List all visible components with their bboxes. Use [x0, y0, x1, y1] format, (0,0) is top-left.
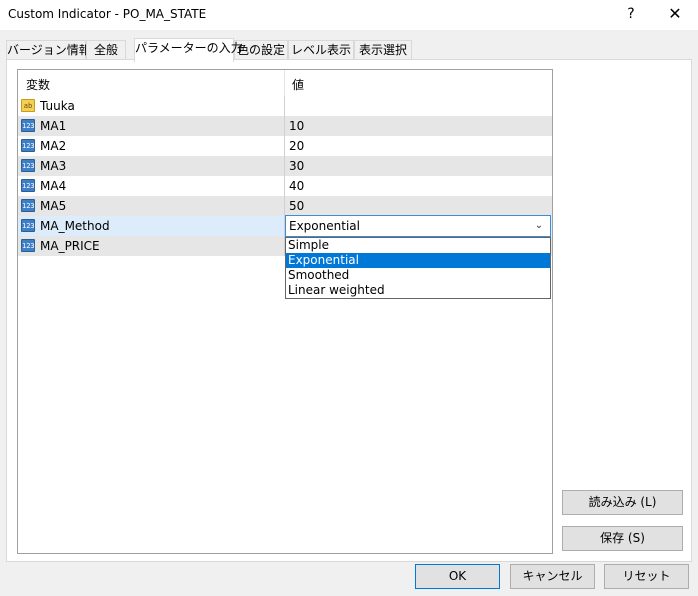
param-value[interactable]: 10 [289, 119, 304, 133]
param-value[interactable]: 20 [289, 139, 304, 153]
reset-button[interactable]: リセット [604, 564, 689, 589]
param-name: Tuuka [40, 99, 75, 113]
param-name: MA2 [40, 139, 67, 153]
column-header-value[interactable]: 値 [292, 76, 304, 93]
row-divider [284, 156, 285, 176]
title-bar: Custom Indicator - PO_MA_STATE ? ✕ [0, 0, 698, 30]
option-smoothed[interactable]: Smoothed [286, 268, 550, 283]
option-linear-weighted[interactable]: Linear weighted [286, 283, 550, 298]
row-divider [284, 196, 285, 216]
help-button[interactable]: ? [616, 3, 646, 25]
integer-type-icon: 123 [21, 219, 35, 232]
column-divider[interactable] [284, 70, 285, 96]
param-row-ma5[interactable]: 123 MA5 50 [18, 196, 552, 216]
param-row-ma4[interactable]: 123 MA4 40 [18, 176, 552, 196]
window-title: Custom Indicator - PO_MA_STATE [8, 7, 207, 21]
tab-version-info[interactable]: バージョン情報 [6, 40, 91, 60]
close-button[interactable]: ✕ [660, 3, 690, 25]
tab-input-parameters[interactable]: パラメーターの入力 [134, 38, 243, 62]
integer-type-icon: 123 [21, 159, 35, 172]
param-name: MA_Method [40, 219, 110, 233]
grid-header: 変数 値 [18, 70, 552, 96]
param-name: MA3 [40, 159, 67, 173]
param-value[interactable]: 40 [289, 179, 304, 193]
load-button[interactable]: 読み込み (L) [562, 490, 683, 515]
integer-type-icon: 123 [21, 199, 35, 212]
param-name: MA1 [40, 119, 67, 133]
param-row-ma3[interactable]: 123 MA3 30 [18, 156, 552, 176]
param-name: MA_PRICE [40, 239, 100, 253]
param-row-ma1[interactable]: 123 MA1 10 [18, 116, 552, 136]
param-value[interactable]: 30 [289, 159, 304, 173]
integer-type-icon: 123 [21, 179, 35, 192]
row-divider [284, 96, 285, 116]
integer-type-icon: 123 [21, 139, 35, 152]
tab-levels[interactable]: レベル表示 [288, 40, 354, 60]
ok-button[interactable]: OK [415, 564, 500, 589]
param-name: MA4 [40, 179, 67, 193]
param-row-tuuka[interactable]: ab Tuuka [18, 96, 552, 116]
param-row-ma2[interactable]: 123 MA2 20 [18, 136, 552, 156]
option-simple[interactable]: Simple [286, 238, 550, 253]
row-divider [284, 136, 285, 156]
parameters-grid[interactable]: 変数 値 ab Tuuka 123 MA1 10 123 MA2 20 123 … [17, 69, 553, 554]
option-exponential[interactable]: Exponential [286, 253, 550, 268]
tab-visualization[interactable]: 表示選択 [354, 40, 412, 60]
integer-type-icon: 123 [21, 239, 35, 252]
ma-method-combobox[interactable]: Exponential ⌄ [285, 215, 551, 237]
combobox-selected-value: Exponential [289, 219, 360, 233]
chevron-down-icon[interactable]: ⌄ [532, 218, 546, 234]
row-divider [284, 176, 285, 196]
integer-type-icon: 123 [21, 119, 35, 132]
cancel-button[interactable]: キャンセル [510, 564, 595, 589]
tab-general[interactable]: 全般 [86, 40, 126, 60]
param-value[interactable]: 50 [289, 199, 304, 213]
string-type-icon: ab [21, 99, 35, 112]
save-button[interactable]: 保存 (S) [562, 526, 683, 551]
column-header-variable[interactable]: 変数 [26, 76, 50, 93]
param-name: MA5 [40, 199, 67, 213]
row-divider [284, 116, 285, 136]
ma-method-dropdown-list[interactable]: Simple Exponential Smoothed Linear weigh… [285, 237, 551, 299]
